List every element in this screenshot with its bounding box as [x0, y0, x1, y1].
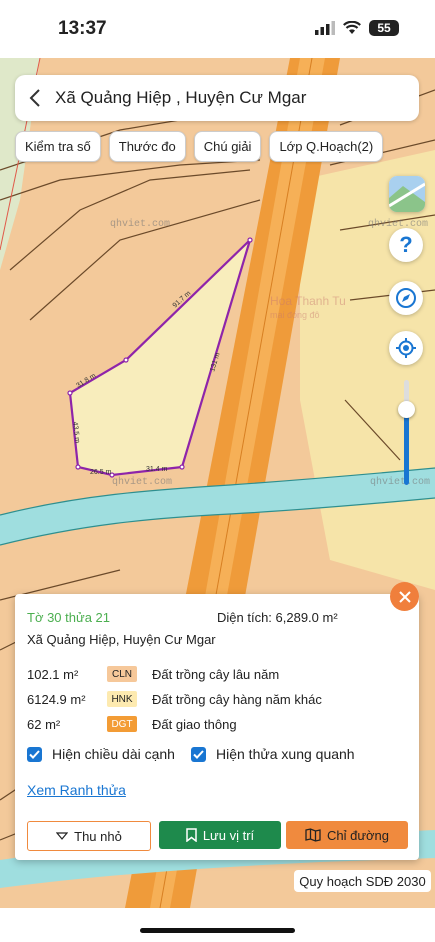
map-layer-button[interactable]: [389, 176, 425, 212]
edge-label-31-4: 31.4 m: [146, 466, 168, 473]
my-location-button[interactable]: [389, 331, 423, 365]
watermark-text: qhviet.com: [370, 476, 430, 488]
land-use-name: Đất trồng cây lâu năm: [152, 666, 280, 682]
land-use-row: 102.1 m² CLN Đất trồng cây lâu năm: [27, 666, 279, 682]
land-use-code: CLN: [107, 666, 137, 682]
signal-icon: [315, 21, 335, 35]
planning-layer-label: Quy hoạch SDĐ 2030: [294, 870, 431, 892]
land-use-code: HNK: [107, 691, 137, 707]
chevron-down-icon: [56, 832, 69, 840]
map-icon: [305, 828, 321, 842]
land-use-name: Đất trồng cây hàng năm khác: [152, 691, 322, 707]
collapse-button[interactable]: Thu nhỏ: [27, 821, 151, 851]
save-location-label: Lưu vị trí: [202, 827, 255, 843]
parcel-id: Tờ 30 thửa 21: [27, 610, 110, 625]
land-use-name: Đất giao thông: [152, 716, 237, 732]
land-use-row: 62 m² DGT Đất giao thông: [27, 716, 237, 732]
directions-label: Chỉ đường: [326, 827, 390, 843]
measure-button[interactable]: Thước đo: [108, 131, 186, 162]
land-use-area: 6124.9 m²: [27, 691, 86, 707]
show-edge-lengths-checkbox[interactable]: Hiện chiều dài cạnh: [27, 746, 175, 762]
compass-button[interactable]: [389, 281, 423, 315]
collapse-label: Thu nhỏ: [74, 828, 122, 844]
status-time: 13:37: [58, 18, 107, 39]
zoom-slider-fill: [404, 409, 409, 485]
close-icon: [398, 590, 411, 603]
bookmark-icon: [186, 828, 197, 842]
checkbox-checked-icon[interactable]: [191, 746, 206, 762]
map-thumbnail-icon: [389, 176, 425, 212]
parcel-info-panel: Tờ 30 thửa 21 Diện tích: 6,289.0 m² Xã Q…: [15, 594, 419, 860]
show-neighbors-checkbox[interactable]: Hiện thửa xung quanh: [191, 746, 355, 762]
land-use-area: 102.1 m²: [27, 666, 79, 682]
question-icon: ?: [399, 232, 413, 257]
watermark-text: qhviet.com: [110, 218, 170, 230]
legend-button[interactable]: Chú giải: [193, 131, 262, 162]
view-boundary-link[interactable]: Xem Ranh thửa: [27, 782, 126, 798]
save-location-button[interactable]: Lưu vị trí: [159, 821, 281, 849]
edge-label-43-5: 43.5 m: [71, 421, 81, 443]
land-use-area: 62 m²: [27, 716, 61, 732]
watermark-text: qhviet.com: [112, 476, 172, 488]
edge-label-26-5: 26.5 m: [90, 469, 112, 476]
toolbar-chips: Kiểm tra số Thước đo Chú giải Lớp Q.Hoạc…: [15, 131, 384, 162]
close-panel-button[interactable]: [390, 582, 419, 611]
show-neighbors-label: Hiện thửa xung quanh: [216, 746, 355, 762]
battery-icon: 55: [369, 20, 399, 36]
wifi-icon: [343, 21, 361, 34]
location-header: Xã Quảng Hiệp , Huyện Cư Mgar: [15, 75, 419, 121]
watermark-text: qhviet.com: [368, 218, 428, 230]
checkbox-checked-icon[interactable]: [27, 746, 42, 762]
location-target-icon: [396, 338, 416, 358]
parcel-area: Diện tích: 6,289.0 m²: [217, 610, 338, 625]
back-icon[interactable]: [15, 75, 55, 121]
home-indicator: [140, 928, 295, 933]
zoom-slider[interactable]: [398, 380, 415, 485]
land-use-row: 6124.9 m² HNK Đất trồng cây hàng năm khá…: [27, 691, 322, 707]
planning-layers-button[interactable]: Lớp Q.Hoạch(2): [269, 131, 384, 162]
check-number-button[interactable]: Kiểm tra số: [15, 131, 101, 162]
directions-button[interactable]: Chỉ đường: [286, 821, 408, 849]
parcel-location: Xã Quảng Hiệp, Huyện Cư Mgar: [27, 632, 216, 647]
location-title: Xã Quảng Hiệp , Huyện Cư Mgar: [55, 88, 307, 107]
watermark-text: Hoa Thanh Tu: [270, 294, 346, 308]
show-edge-lengths-label: Hiện chiều dài cạnh: [52, 746, 175, 762]
land-use-code: DGT: [107, 716, 137, 732]
help-button[interactable]: ?: [389, 228, 423, 262]
compass-icon: [396, 288, 416, 308]
status-bar: 13:37 55: [0, 0, 435, 58]
watermark-text: mai đóng đô: [270, 310, 320, 320]
status-icons: 55: [315, 20, 399, 36]
